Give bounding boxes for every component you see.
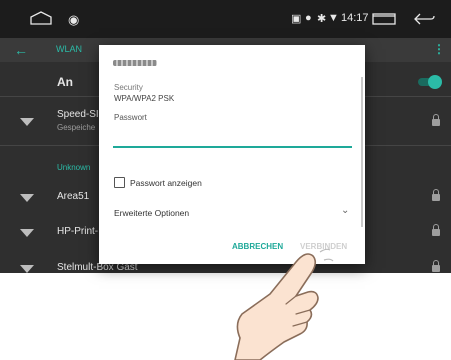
dialog-scrollbar[interactable]	[361, 77, 363, 227]
bluetooth-icon: ✱	[317, 13, 327, 25]
password-input[interactable]	[113, 126, 352, 148]
back-icon[interactable]	[413, 12, 435, 26]
lock-icon	[432, 189, 440, 201]
recent-apps-icon[interactable]	[372, 13, 396, 25]
network-status: Gespeiche	[57, 123, 96, 132]
network-name: Speed-SI	[57, 109, 99, 120]
cast-icon: ▣	[291, 13, 302, 25]
wifi-password-dialog	[99, 45, 365, 264]
chevron-down-icon[interactable]: ⌄	[341, 205, 349, 216]
network-ssid-redacted	[113, 60, 157, 66]
show-password-checkbox[interactable]	[114, 177, 125, 188]
section-header: Unknown	[57, 163, 91, 172]
wifi-signal-icon	[20, 229, 34, 237]
lock-icon	[432, 224, 440, 236]
security-value: WPA/WPA2 PSK	[114, 94, 175, 103]
home-icon[interactable]	[30, 11, 52, 25]
show-password-label[interactable]: Passwort anzeigen	[130, 178, 202, 188]
clock: 14:17	[341, 12, 369, 24]
more-options-icon[interactable]: ⋮	[433, 42, 445, 56]
status-bar: ◉ ▣ ● ✱ ▼ 14:17	[0, 0, 451, 38]
wifi-signal-icon	[20, 118, 34, 126]
security-label: Security	[114, 83, 143, 92]
lock-icon	[432, 260, 440, 272]
arrow-back-icon[interactable]: ←	[14, 42, 28, 58]
wifi-signal-icon	[20, 265, 34, 273]
advanced-options[interactable]: Erweiterte Optionen	[114, 208, 189, 218]
wlan-on-label: An	[57, 75, 73, 89]
network-name: Area51	[57, 191, 90, 202]
wifi-signal-icon	[20, 194, 34, 202]
assistant-icon[interactable]: ◉	[68, 12, 79, 28]
page-title: WLAN	[56, 44, 83, 54]
pointing-hand-illustration	[234, 248, 334, 360]
password-label: Passwort	[114, 113, 147, 122]
wlan-toggle-knob[interactable]	[428, 75, 442, 89]
location-icon: ●	[305, 12, 312, 24]
network-name: HP-Print-	[57, 226, 99, 237]
lock-icon	[432, 114, 440, 126]
wifi-icon: ▼	[328, 12, 339, 24]
